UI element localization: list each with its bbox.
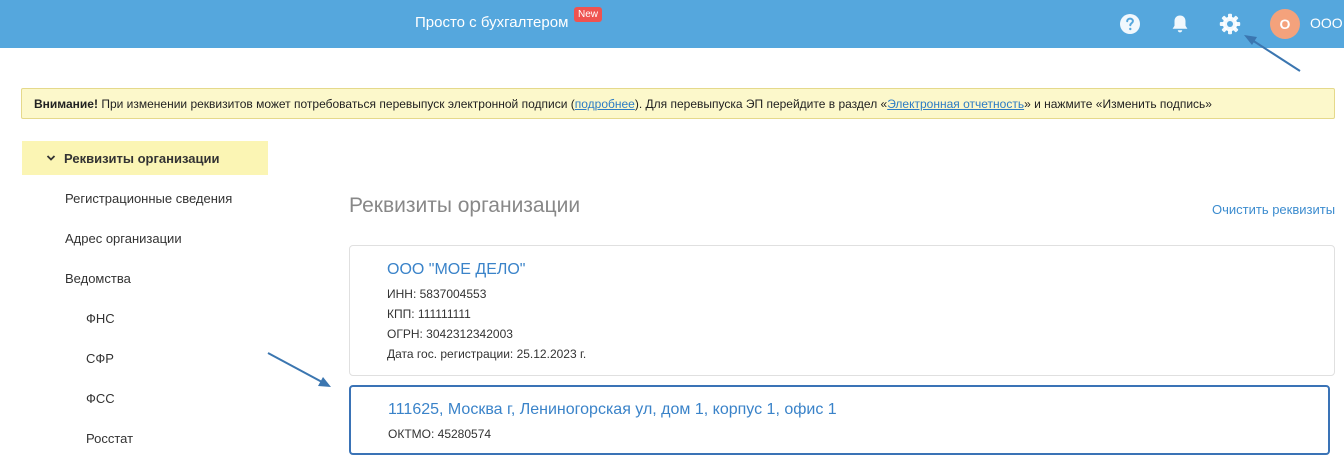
sidebar-item-requisites-label[interactable]: Реквизиты организации (64, 151, 219, 166)
chevron-down-icon[interactable] (46, 153, 56, 163)
kpp-value: КПП: 111111111 (387, 307, 471, 321)
inn-value: ИНН: 5837004553 (387, 287, 487, 301)
brand-title[interactable]: Просто с бухгалтером (415, 14, 568, 31)
org-address[interactable]: 111625, Москва г, Лениногорская ул, дом … (388, 401, 837, 419)
oktmo-value: ОКТМО: 45280574 (388, 427, 492, 441)
new-badge: New (574, 7, 603, 22)
registration-date: Дата гос. регистрации: 25.12.2023 г. (387, 347, 587, 361)
avatar[interactable]: О (1270, 9, 1300, 39)
sidebar-item-fns[interactable]: ФНС (86, 311, 115, 326)
org-info-card[interactable]: ООО "МОЕ ДЕЛО" ИНН: 5837004553 КПП: 1111… (349, 245, 1335, 376)
electronic-reporting-link[interactable]: Электронная отчетность (887, 97, 1024, 111)
org-name-short[interactable]: ООО (1310, 15, 1343, 31)
warning-bold: Внимание! (34, 97, 98, 111)
org-name[interactable]: ООО "МОЕ ДЕЛО" (387, 261, 525, 279)
top-bar: Просто с бухгалтером New О ООО (0, 0, 1344, 48)
sidebar-item-sfr[interactable]: СФР (86, 351, 114, 366)
sidebar-item-agencies[interactable]: Ведомства (65, 271, 131, 286)
gear-icon[interactable] (1218, 12, 1242, 36)
address-card[interactable]: 111625, Москва г, Лениногорская ул, дом … (349, 385, 1330, 455)
sidebar-item-registration[interactable]: Регистрационные сведения (65, 191, 232, 206)
clear-requisites-link[interactable]: Очистить реквизиты (1212, 202, 1335, 217)
page-title: Реквизиты организации (349, 194, 581, 217)
sidebar-item-rosstat[interactable]: Росстат (86, 431, 133, 446)
warning-text-3: » и нажмите «Изменить подпись» (1024, 97, 1212, 111)
help-icon[interactable] (1118, 12, 1142, 36)
ogrn-value: ОГРН: 3042312342003 (387, 327, 513, 341)
sidebar-item-address[interactable]: Адрес организации (65, 231, 182, 246)
bell-icon[interactable] (1168, 12, 1192, 36)
warning-banner: Внимание! При изменении реквизитов может… (21, 88, 1335, 119)
warning-text-2: ). Для перевыпуска ЭП перейдите в раздел… (634, 97, 888, 111)
details-link[interactable]: подробнее (575, 97, 635, 111)
warning-text-1: При изменении реквизитов может потребова… (97, 97, 575, 111)
sidebar-item-fss[interactable]: ФСС (86, 391, 115, 406)
